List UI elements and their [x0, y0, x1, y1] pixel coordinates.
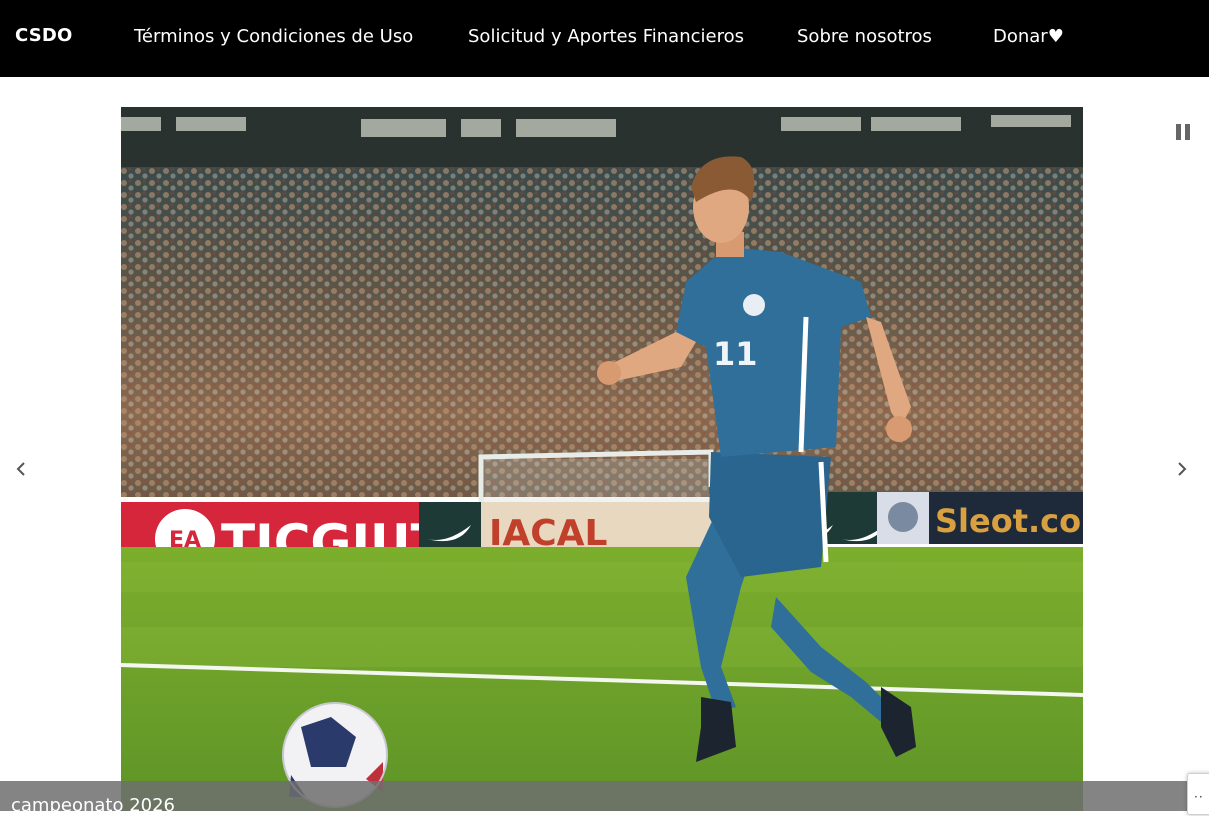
chevron-right-icon	[1178, 462, 1187, 476]
slider-prev-button[interactable]	[9, 457, 33, 481]
nav-link-terms[interactable]: Términos y Condiciones de Uso	[134, 26, 413, 47]
image-slider: EA TICGIUT IACAL Sleot.co 11 campeonato …	[0, 77, 1209, 816]
floating-widget-button[interactable]: ··	[1187, 773, 1209, 815]
nav-link-about-us[interactable]: Sobre nosotros	[797, 26, 932, 47]
brand-logo-link[interactable]: CSDO	[15, 25, 73, 46]
slide-caption: campeonato 2026	[11, 795, 176, 816]
svg-text:11: 11	[713, 335, 758, 373]
slider-next-button[interactable]	[1170, 457, 1194, 481]
more-dots-icon: ··	[1194, 790, 1204, 804]
pause-icon	[1176, 124, 1190, 140]
slide-image-soccer-player: EA TICGIUT IACAL Sleot.co 11	[121, 107, 1083, 811]
slide-caption-bar: campeonato 2026	[0, 781, 1209, 816]
slider-pause-button[interactable]	[1172, 121, 1194, 143]
nav-link-financial-requests[interactable]: Solicitud y Aportes Financieros	[468, 26, 744, 47]
top-navbar: CSDO Términos y Condiciones de Uso Solic…	[0, 0, 1209, 77]
nav-link-donate[interactable]: Donar♥	[993, 26, 1064, 47]
svg-text:Sleot.co: Sleot.co	[935, 502, 1081, 540]
chevron-left-icon	[16, 462, 25, 476]
